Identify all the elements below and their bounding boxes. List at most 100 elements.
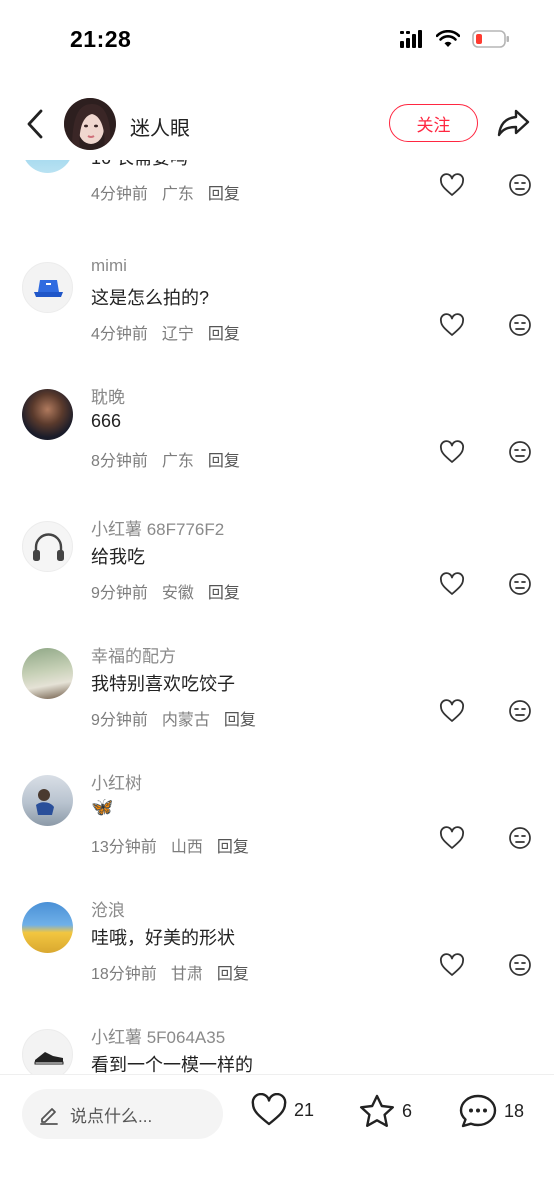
comment-avatar[interactable]	[22, 1029, 73, 1074]
status-icons	[400, 30, 510, 48]
heart-icon[interactable]	[439, 572, 465, 596]
comment-username[interactable]: mimi	[91, 256, 127, 276]
comment-count: 18	[504, 1100, 525, 1121]
back-button[interactable]	[20, 104, 50, 144]
comment-item: 小红树 🦋 13分钟前 山西 回复	[0, 767, 554, 894]
comment-text[interactable]: 看到一个一模一样的	[91, 1051, 253, 1074]
comment-time: 4分钟前	[91, 326, 148, 343]
header: 迷人眼 关注	[0, 90, 554, 160]
comment-time: 9分钟前	[91, 712, 148, 729]
comment-username[interactable]: 沧浪	[91, 896, 125, 921]
comment-list[interactable]: 16 长需要吗 4分钟前 广东 回复 mimi 这是怎么拍的? 4分钟前 辽宁 …	[0, 160, 554, 1074]
pencil-icon	[40, 1108, 58, 1125]
comment-avatar[interactable]	[22, 521, 73, 572]
comment-bubble-icon	[459, 1094, 497, 1128]
comment-meta: 4分钟前 广东 回复	[91, 180, 240, 204]
comment-meta: 9分钟前 安徽 回复	[91, 579, 240, 603]
follow-button[interactable]: 关注	[389, 104, 478, 142]
comment-username[interactable]: 小红薯 5F064A35	[91, 1023, 225, 1048]
dislike-face-icon[interactable]	[508, 440, 532, 464]
dislike-face-icon[interactable]	[508, 953, 532, 977]
comment-input[interactable]: 说点什么...	[22, 1089, 223, 1139]
author-avatar[interactable]	[64, 98, 116, 150]
share-icon	[497, 109, 530, 137]
comment-time: 4分钟前	[91, 186, 148, 203]
heart-icon[interactable]	[439, 173, 465, 197]
comment-text[interactable]: 哇哦，好美的形状	[91, 924, 235, 950]
chevron-left-icon	[27, 109, 43, 139]
reply-button[interactable]: 回复	[208, 320, 240, 344]
heart-icon[interactable]	[439, 699, 465, 723]
reply-button[interactable]: 回复	[208, 180, 240, 204]
bucket-hat-icon	[34, 280, 63, 297]
author-name[interactable]: 迷人眼	[130, 112, 190, 141]
reply-button[interactable]: 回复	[208, 447, 240, 471]
reply-button[interactable]: 回复	[224, 706, 256, 730]
comment-text[interactable]: 16 长需要吗	[91, 160, 188, 170]
comment-location: 广东	[161, 186, 194, 203]
comment-avatar[interactable]	[22, 775, 73, 826]
comment-avatar[interactable]	[22, 389, 73, 440]
heart-icon[interactable]	[439, 440, 465, 464]
comment-username[interactable]: 小红薯 68F776F2	[91, 515, 224, 540]
comment-avatar[interactable]	[22, 160, 73, 173]
comment-username[interactable]: 耽晚	[91, 383, 125, 408]
comment-avatar[interactable]	[22, 262, 73, 313]
status-bar: 21:28	[0, 0, 554, 80]
comment-avatar[interactable]	[22, 902, 73, 953]
comment-username[interactable]: 幸福的配方	[91, 642, 176, 667]
heart-icon[interactable]	[439, 313, 465, 337]
like-button[interactable]: 21	[250, 1093, 314, 1127]
dislike-face-icon[interactable]	[508, 313, 532, 337]
comment-item: 小红薯 5F064A35 看到一个一模一样的	[0, 1021, 554, 1074]
comment-text[interactable]: 🦋	[91, 797, 113, 818]
battery-icon	[472, 30, 509, 48]
comment-location: 山西	[170, 839, 203, 856]
comment-time: 9分钟前	[91, 585, 148, 602]
comment-location: 甘肃	[170, 966, 203, 983]
comment-time: 8分钟前	[91, 453, 148, 470]
reply-button[interactable]: 回复	[217, 833, 249, 857]
comment-item: 耽晚 666 8分钟前 广东 回复	[0, 381, 554, 508]
reply-button[interactable]: 回复	[208, 579, 240, 603]
comment-meta: 4分钟前 辽宁 回复	[91, 320, 240, 344]
status-time: 21:28	[70, 26, 132, 52]
headphones-icon	[33, 533, 64, 561]
comment-location: 广东	[161, 453, 194, 470]
comment-username[interactable]: 小红树	[91, 769, 142, 794]
comment-button[interactable]: 18	[458, 1093, 524, 1129]
heart-icon[interactable]	[439, 826, 465, 850]
comment-item: 沧浪 哇哦，好美的形状 18分钟前 甘肃 回复	[0, 894, 554, 1021]
share-button[interactable]	[496, 106, 532, 140]
comment-text[interactable]: 666	[91, 411, 121, 432]
reply-button[interactable]: 回复	[217, 960, 249, 984]
child-photo-icon	[36, 789, 54, 815]
comment-meta: 9分钟前 内蒙古 回复	[91, 706, 256, 730]
bottom-bar: 说点什么... 21 6 18	[0, 1074, 554, 1200]
comment-input-placeholder: 说点什么...	[70, 1106, 153, 1126]
heart-icon	[251, 1093, 287, 1126]
dislike-face-icon[interactable]	[508, 826, 532, 850]
wifi-icon	[436, 30, 460, 47]
comment-item: 幸福的配方 我特别喜欢吃饺子 9分钟前 内蒙古 回复	[0, 640, 554, 767]
comment-meta: 8分钟前 广东 回复	[91, 447, 240, 471]
dislike-face-icon[interactable]	[508, 572, 532, 596]
comment-text[interactable]: 给我吃	[91, 543, 145, 569]
comment-item: mimi 这是怎么拍的? 4分钟前 辽宁 回复	[0, 254, 554, 381]
sneaker-icon	[34, 1052, 64, 1065]
author-portrait-icon	[64, 98, 116, 150]
comment-location: 内蒙古	[161, 712, 210, 729]
comment-time: 18分钟前	[91, 966, 157, 983]
comment-text[interactable]: 这是怎么拍的?	[91, 284, 209, 310]
comment-location: 安徽	[161, 585, 194, 602]
comment-item: 16 长需要吗 4分钟前 广东 回复	[0, 160, 554, 241]
comment-text[interactable]: 我特别喜欢吃饺子	[91, 670, 235, 696]
dislike-face-icon[interactable]	[508, 699, 532, 723]
comment-location: 辽宁	[161, 326, 194, 343]
heart-icon[interactable]	[439, 953, 465, 977]
dislike-face-icon[interactable]	[508, 173, 532, 197]
comment-avatar[interactable]	[22, 648, 73, 699]
collect-button[interactable]: 6	[358, 1093, 412, 1129]
signal-icon	[400, 30, 422, 48]
star-icon	[360, 1094, 394, 1127]
